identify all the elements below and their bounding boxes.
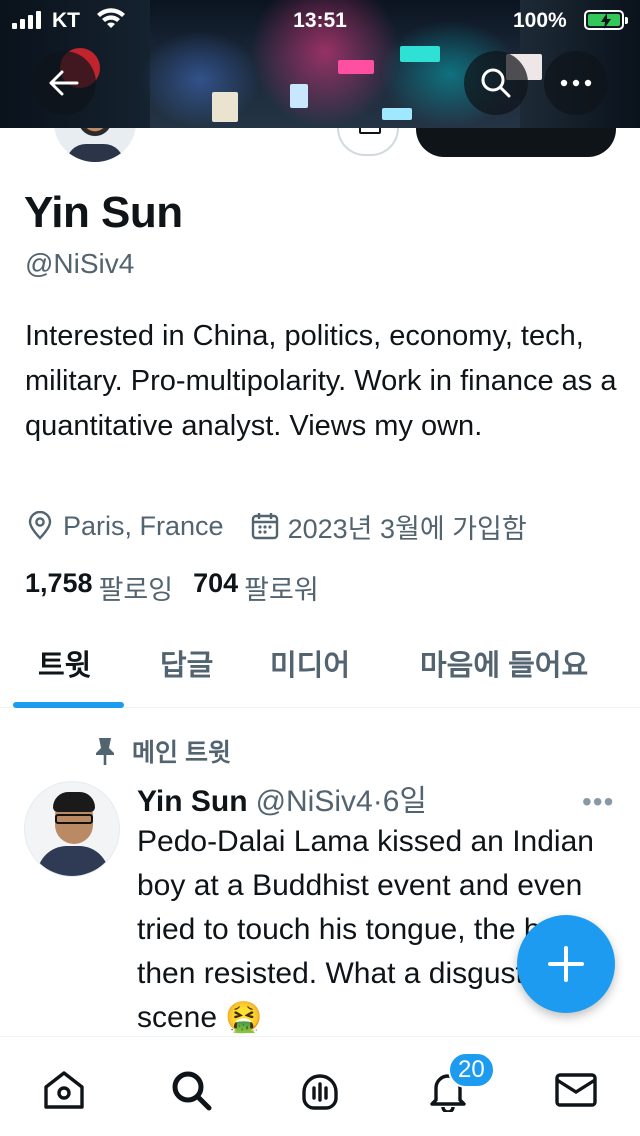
profile-bio: Interested in China, politics, economy, …	[25, 320, 617, 442]
header-banner: KT 13:51 100%	[0, 0, 640, 128]
search-icon	[481, 68, 511, 98]
nav-spaces[interactable]	[297, 1067, 343, 1113]
following-label: 팔로잉	[98, 575, 174, 605]
following-count: 1,758	[25, 568, 93, 598]
calendar-icon	[251, 513, 278, 540]
notifications-badge: 20	[448, 1052, 495, 1088]
profile-meta: Paris, France 2023년 3월에 가입함	[25, 506, 553, 546]
tweet-author-handle[interactable]: @NiSiv4	[256, 785, 373, 819]
tweet-author-avatar[interactable]	[24, 781, 120, 877]
plus-icon	[548, 946, 584, 982]
search-button[interactable]	[464, 51, 528, 115]
status-bar: KT 13:51 100%	[0, 0, 640, 40]
profile-tabs: 트윗 답글 미디어 마음에 들어요	[0, 628, 640, 708]
tweet-header: Yin Sun @NiSiv4 ·6일	[137, 776, 427, 820]
profile-location: Paris, France	[25, 511, 224, 542]
tweet-more-button[interactable]: •••	[582, 786, 614, 818]
microphone-icon	[302, 1074, 338, 1110]
arrow-left-icon	[49, 70, 79, 96]
followers-count: 704	[193, 568, 239, 598]
tab-tweets[interactable]: 트윗	[38, 642, 91, 684]
pinned-label: 메인 트윗	[132, 739, 231, 767]
profile-name: Yin Sun	[24, 188, 183, 237]
tweet-author-name[interactable]: Yin Sun	[137, 785, 248, 819]
active-tab-indicator	[13, 702, 124, 708]
followers-link[interactable]: 704 팔로워	[193, 568, 319, 607]
bottom-nav	[0, 1036, 640, 1136]
more-horizontal-icon	[560, 79, 592, 87]
following-link[interactable]: 1,758 팔로잉	[25, 568, 173, 607]
tab-replies[interactable]: 답글	[160, 642, 213, 684]
nav-home[interactable]	[41, 1067, 87, 1113]
followers-label: 팔로워	[244, 575, 319, 605]
battery-icon	[584, 10, 628, 30]
follow-stats: 1,758 팔로잉 704 팔로워	[25, 568, 339, 607]
profile-handle: @NiSiv4	[25, 248, 135, 279]
pin-icon	[96, 738, 114, 765]
joined-text: 2023년 3월에 가입함	[287, 513, 527, 544]
tab-media[interactable]: 미디어	[270, 642, 350, 684]
envelope-icon	[555, 1073, 597, 1107]
location-text: Paris, France	[63, 510, 224, 541]
back-button[interactable]	[32, 51, 96, 115]
nav-messages[interactable]	[553, 1067, 599, 1113]
nav-explore[interactable]	[168, 1067, 214, 1113]
tweet-age: ·6일	[372, 785, 427, 818]
location-pin-icon	[28, 511, 52, 540]
tab-likes[interactable]: 마음에 들어요	[420, 642, 588, 684]
profile-joined: 2023년 3월에 가입함	[250, 507, 527, 546]
battery-percent: 100%	[513, 9, 567, 32]
pinned-indicator: 메인 트윗	[92, 733, 231, 769]
more-button[interactable]	[544, 51, 608, 115]
search-icon	[172, 1071, 212, 1111]
compose-tweet-button[interactable]	[517, 915, 615, 1013]
home-icon	[44, 1071, 84, 1109]
